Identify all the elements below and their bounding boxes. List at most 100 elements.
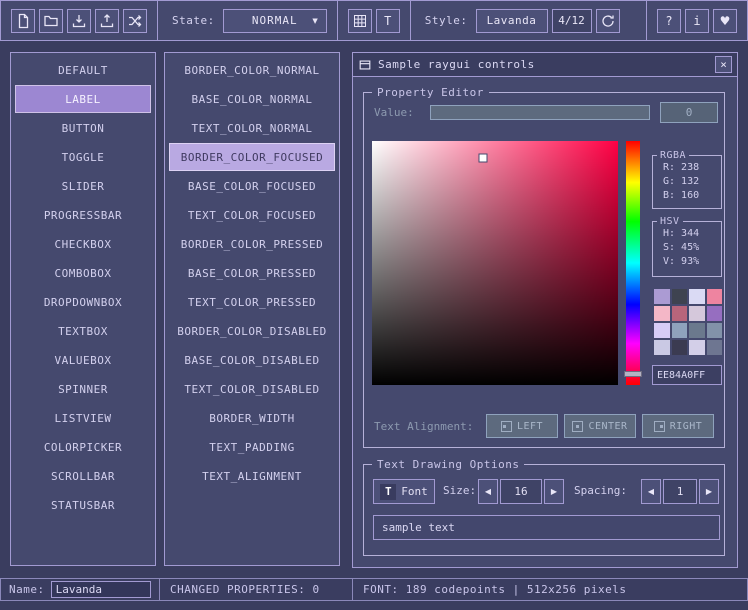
control-item-label[interactable]: LABEL (15, 85, 151, 113)
property-item-base_color_disabled[interactable]: BASE_COLOR_DISABLED (169, 346, 335, 374)
property-item-border_color_pressed[interactable]: BORDER_COLOR_PRESSED (169, 230, 335, 258)
hex-color-input[interactable] (652, 365, 722, 385)
property-item-base_color_focused[interactable]: BASE_COLOR_FOCUSED (169, 172, 335, 200)
control-item-checkbox[interactable]: CHECKBOX (15, 230, 151, 258)
color-swatch-2[interactable] (689, 289, 705, 304)
color-swatch-1[interactable] (672, 289, 688, 304)
text-options-group: Text Drawing Options T Font Size: ◀ 16 ▶… (363, 464, 725, 556)
font-button[interactable]: T Font (373, 479, 435, 504)
value-slider[interactable] (430, 105, 650, 120)
size-label: Size: (443, 484, 476, 497)
control-item-valuebox[interactable]: VALUEBOX (15, 346, 151, 374)
load-style-button[interactable] (39, 9, 63, 33)
reload-icon (600, 13, 616, 29)
color-swatch-4[interactable] (654, 306, 670, 321)
color-swatch-13[interactable] (672, 340, 688, 355)
property-item-text_color_normal[interactable]: TEXT_COLOR_NORMAL (169, 114, 335, 142)
size-decrease-button[interactable]: ◀ (478, 479, 498, 504)
style-table-button[interactable] (348, 9, 372, 33)
sv-cursor[interactable] (478, 154, 487, 163)
color-swatch-14[interactable] (689, 340, 705, 355)
property-item-text_color_pressed[interactable]: TEXT_COLOR_PRESSED (169, 288, 335, 316)
color-swatch-0[interactable] (654, 289, 670, 304)
property-item-border_width[interactable]: BORDER_WIDTH (169, 404, 335, 432)
changed-properties-text: CHANGED PROPERTIES: 0 (170, 583, 320, 596)
about-button[interactable]: i (685, 9, 709, 33)
property-item-text_padding[interactable]: TEXT_PADDING (169, 433, 335, 461)
state-dropdown[interactable]: NORMAL ▼ (223, 9, 327, 33)
color-swatch-10[interactable] (689, 323, 705, 338)
window-title: Sample raygui controls (378, 58, 535, 71)
control-item-scrollbar[interactable]: SCROLLBAR (15, 462, 151, 490)
save-style-button[interactable] (67, 9, 91, 33)
random-style-button[interactable] (123, 9, 147, 33)
text-alignment-label: Text Alignment: (374, 420, 473, 433)
help-button[interactable]: ? (657, 9, 681, 33)
statusbar-changed-section: CHANGED PROPERTIES: 0 (159, 578, 353, 601)
color-swatch-8[interactable] (654, 323, 670, 338)
align-center-button[interactable]: CENTER (564, 414, 636, 438)
property-item-border_color_normal[interactable]: BORDER_COLOR_NORMAL (169, 56, 335, 84)
property-item-base_color_normal[interactable]: BASE_COLOR_NORMAL (169, 85, 335, 113)
hue-slider[interactable] (626, 141, 640, 385)
sample-text-input[interactable] (373, 515, 720, 540)
color-swatch-7[interactable] (707, 306, 723, 321)
grid-icon (352, 13, 368, 29)
color-swatch-9[interactable] (672, 323, 688, 338)
hue-slider-handle[interactable] (624, 371, 642, 377)
control-item-statusbar[interactable]: STATUSBAR (15, 491, 151, 519)
color-swatch-12[interactable] (654, 340, 670, 355)
property-item-text_color_disabled[interactable]: TEXT_COLOR_DISABLED (169, 375, 335, 403)
property-item-base_color_pressed[interactable]: BASE_COLOR_PRESSED (169, 259, 335, 287)
rgba-b-value: B: 160 (653, 189, 721, 203)
color-swatch-15[interactable] (707, 340, 723, 355)
align-left-button[interactable]: LEFT (486, 414, 558, 438)
style-name-button[interactable]: Lavanda (476, 9, 548, 33)
property-item-text_alignment[interactable]: TEXT_ALIGNMENT (169, 462, 335, 490)
control-item-progressbar[interactable]: PROGRESSBAR (15, 201, 151, 229)
property-item-border_color_focused[interactable]: BORDER_COLOR_FOCUSED (169, 143, 335, 171)
property-item-border_color_disabled[interactable]: BORDER_COLOR_DISABLED (169, 317, 335, 345)
window-icon (358, 58, 372, 72)
control-item-combobox[interactable]: COMBOBOX (15, 259, 151, 287)
control-item-default[interactable]: DEFAULT (15, 56, 151, 84)
window-close-button[interactable]: × (715, 56, 732, 73)
window-content: Property Editor Value: 0 RGBA R: 238 G: … (353, 78, 737, 567)
control-item-dropdownbox[interactable]: DROPDOWNBOX (15, 288, 151, 316)
heart-icon: ♥ (720, 14, 731, 28)
color-swatch-5[interactable] (672, 306, 688, 321)
align-left-icon (501, 421, 512, 432)
sponsor-button[interactable]: ♥ (713, 9, 737, 33)
control-item-spinner[interactable]: SPINNER (15, 375, 151, 403)
property-editor-group: Property Editor Value: 0 RGBA R: 238 G: … (363, 92, 725, 448)
shuffle-icon (127, 13, 143, 29)
color-swatch-11[interactable] (707, 323, 723, 338)
spacing-increase-button[interactable]: ▶ (699, 479, 719, 504)
new-style-button[interactable] (11, 9, 35, 33)
size-value-box[interactable]: 16 (500, 479, 542, 504)
main-toolbar: State: NORMAL ▼ T Style: Lavanda 4/12 ? … (0, 0, 748, 41)
statusbar-font-section: FONT: 189 codepoints | 512x256 pixels (352, 578, 748, 601)
spacing-decrease-button[interactable]: ◀ (641, 479, 661, 504)
saturation-value-panel[interactable] (372, 141, 618, 385)
control-item-colorpicker[interactable]: COLORPICKER (15, 433, 151, 461)
property-item-text_color_focused[interactable]: TEXT_COLOR_FOCUSED (169, 201, 335, 229)
control-item-textbox[interactable]: TEXTBOX (15, 317, 151, 345)
control-item-toggle[interactable]: TOGGLE (15, 143, 151, 171)
color-swatch-3[interactable] (707, 289, 723, 304)
spacing-value-box[interactable]: 1 (663, 479, 697, 504)
style-name-input[interactable] (51, 581, 151, 598)
style-index-box: 4/12 (552, 9, 592, 33)
color-swatch-6[interactable] (689, 306, 705, 321)
control-item-slider[interactable]: SLIDER (15, 172, 151, 200)
control-item-listview[interactable]: LISTVIEW (15, 404, 151, 432)
export-style-button[interactable] (95, 9, 119, 33)
reload-style-button[interactable] (596, 9, 620, 33)
toolbar-separator (646, 1, 647, 40)
control-item-button[interactable]: BUTTON (15, 114, 151, 142)
align-right-button[interactable]: RIGHT (642, 414, 714, 438)
rgba-label: RGBA (657, 150, 689, 161)
text-mode-button[interactable]: T (376, 9, 400, 33)
size-increase-button[interactable]: ▶ (544, 479, 564, 504)
value-box[interactable]: 0 (660, 102, 718, 123)
